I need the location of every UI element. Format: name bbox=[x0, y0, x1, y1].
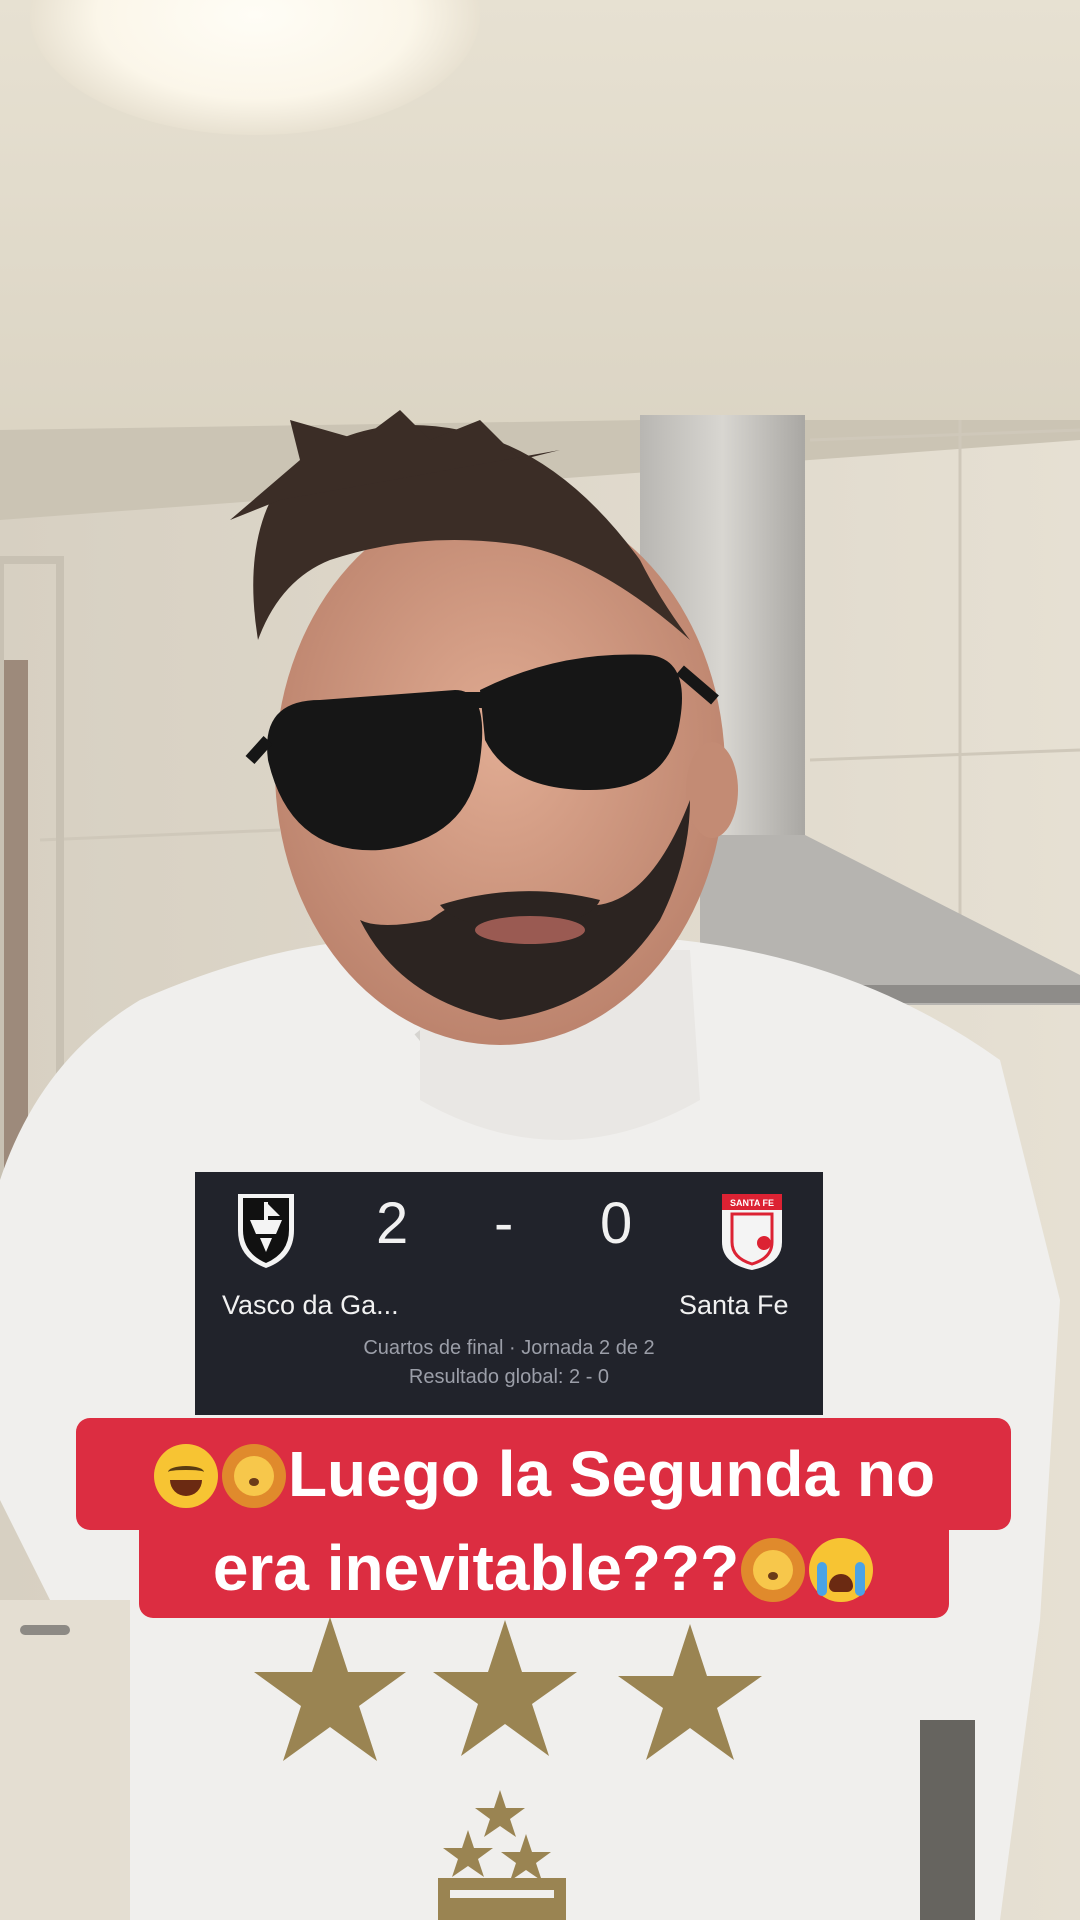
santa-fe-crest-icon: SANTA FE bbox=[722, 1194, 782, 1270]
caption-text-2: era inevitable??? bbox=[212, 1532, 740, 1604]
score-separator: - bbox=[494, 1191, 514, 1256]
lion-emoji-icon bbox=[741, 1538, 806, 1602]
home-score: 2 bbox=[376, 1191, 409, 1256]
rofl-emoji-icon bbox=[153, 1444, 218, 1508]
away-team-name: Santa Fe bbox=[679, 1290, 789, 1320]
background-photo bbox=[0, 0, 1080, 1920]
match-stage: Cuartos de final · Jornada 2 de 2 bbox=[363, 1337, 655, 1359]
home-team-name: Vasco da Ga... bbox=[222, 1290, 399, 1320]
caption-text-1: Luego la Segunda no bbox=[287, 1438, 936, 1510]
away-score: 0 bbox=[600, 1191, 633, 1256]
caption-line-2: era inevitable??? bbox=[139, 1518, 949, 1618]
santa-fe-logo-text: SANTA FE bbox=[730, 1198, 774, 1208]
aggregate-score: Resultado global: 2 - 0 bbox=[408, 1366, 610, 1388]
vasco-crest-icon bbox=[238, 1194, 294, 1268]
caption-line-1: Luego la Segunda no bbox=[76, 1418, 1011, 1530]
crying-emoji-icon bbox=[809, 1538, 874, 1602]
lion-emoji-icon bbox=[221, 1444, 286, 1508]
